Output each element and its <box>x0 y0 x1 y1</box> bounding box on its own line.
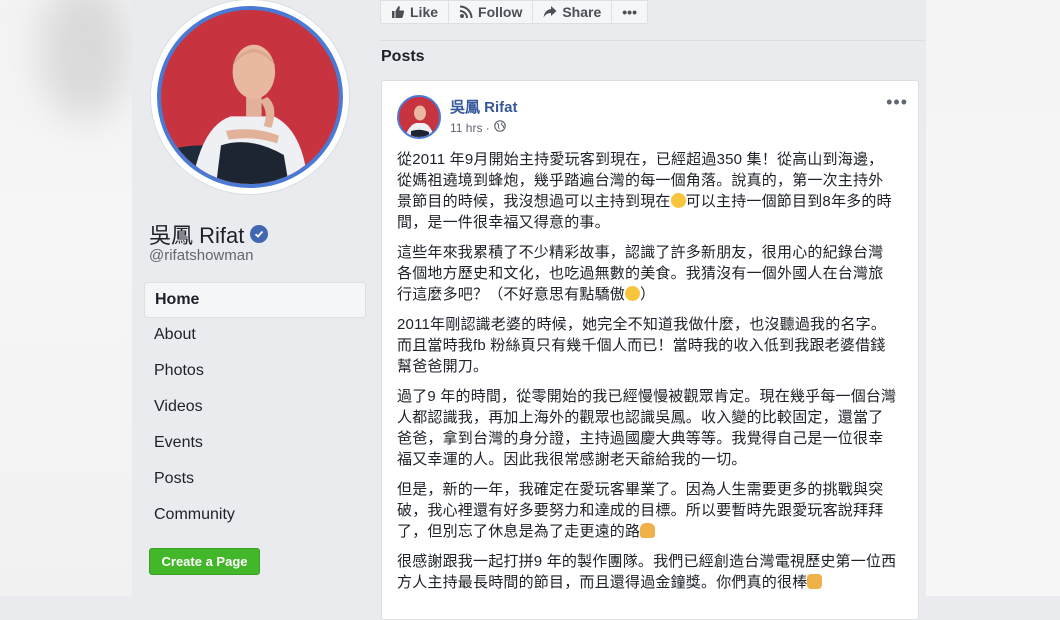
post-text: 從2011 年9月開始主持愛玩客到現在，已經超過350 集！從高山到海邊，從媽祖… <box>397 149 897 602</box>
post-paragraph: 這些年來我累積了不少精彩故事，認識了許多新朋友，很用心的紀錄台灣各個地方歷史和文… <box>397 244 884 303</box>
post-paragraph: 過了9 年的時間，從零開始的我已經慢慢被觀眾肯定。現在幾乎每一個台灣人都認識我，… <box>397 388 897 468</box>
profile-photo-illustration <box>161 10 337 184</box>
post-paragraph: 但是，新的一年，我確定在愛玩客畢業了。因為人生需要更多的挑戰與突破，我心裡還有好… <box>397 481 884 540</box>
page-action-bar: Like Follow Share ••• <box>380 0 648 25</box>
post-options-button[interactable]: ••• <box>886 93 908 111</box>
post-paragraph: 從2011 年9月開始主持愛玩客到現在，已經超過350 集！從高山到海邊，從媽祖… <box>397 151 892 231</box>
follow-label: Follow <box>478 4 523 20</box>
divider <box>380 40 926 41</box>
post-author-avatar[interactable] <box>397 95 441 139</box>
post-timestamp[interactable]: 11 hrs · <box>450 121 490 135</box>
nav-item-photos[interactable]: Photos <box>144 354 366 390</box>
nav-item-events[interactable]: Events <box>144 426 366 462</box>
share-button[interactable]: Share <box>533 0 613 24</box>
background-right <box>926 0 1060 596</box>
nav-item-community[interactable]: Community <box>144 498 366 534</box>
nav-item-posts[interactable]: Posts <box>144 462 366 498</box>
rss-follow-icon <box>459 5 473 19</box>
posts-heading: Posts <box>381 48 425 65</box>
page-sidebar: 吳鳳 Rifat @rifatshowman Home About Photos… <box>132 0 368 596</box>
post-avatar-illustration <box>399 97 439 137</box>
thumbs-up-icon <box>391 5 405 19</box>
profile-picture-frame <box>151 0 349 194</box>
share-arrow-icon <box>543 5 557 19</box>
nav-item-home[interactable]: Home <box>144 282 366 318</box>
verified-badge-icon <box>250 225 269 243</box>
page-name[interactable]: 吳鳳 Rifat <box>149 218 244 250</box>
more-dots-icon: ••• <box>622 4 637 20</box>
background-left <box>0 0 132 596</box>
main-column: Like Follow Share ••• Posts 吳鳳 Rifat 11 … <box>368 0 926 620</box>
profile-picture[interactable] <box>157 6 343 188</box>
thumbs-up-emoji-icon <box>807 574 823 589</box>
post-author-name[interactable]: 吳鳳 Rifat <box>450 96 518 117</box>
tongue-wink-emoji-icon <box>625 286 641 301</box>
like-label: Like <box>410 4 439 20</box>
nav-item-videos[interactable]: Videos <box>144 390 366 426</box>
nav-item-about[interactable]: About <box>144 318 366 354</box>
more-actions-button[interactable]: ••• <box>612 0 648 24</box>
create-page-button[interactable]: Create a Page <box>149 548 260 575</box>
share-label: Share <box>562 4 602 20</box>
grinning-emoji-icon <box>670 193 686 208</box>
page-handle[interactable]: @rifatshowman <box>149 247 253 264</box>
post-card: 吳鳳 Rifat 11 hrs · ••• 從2011 年9月開始主持愛玩客到現… <box>381 80 919 620</box>
page-nav: Home About Photos Videos Events Posts Co… <box>144 282 366 534</box>
like-button[interactable]: Like <box>380 0 450 24</box>
blurred-background-shape <box>40 0 130 120</box>
post-paragraph: 2011年剛認識老婆的時候，她完全不知道我做什麼，也沒聽過我的名字。而且當時我f… <box>397 316 887 375</box>
post-meta: 11 hrs · <box>450 120 506 135</box>
globe-icon <box>493 120 506 135</box>
follow-button[interactable]: Follow <box>449 0 534 24</box>
page-name-row: 吳鳳 Rifat <box>149 218 269 250</box>
post-paragraph: 很感謝跟我一起打拼9 年的製作團隊。我們已經創造台灣電視歷史第一位西方人主持最長… <box>397 553 897 591</box>
flexed-biceps-emoji-icon <box>640 523 656 538</box>
